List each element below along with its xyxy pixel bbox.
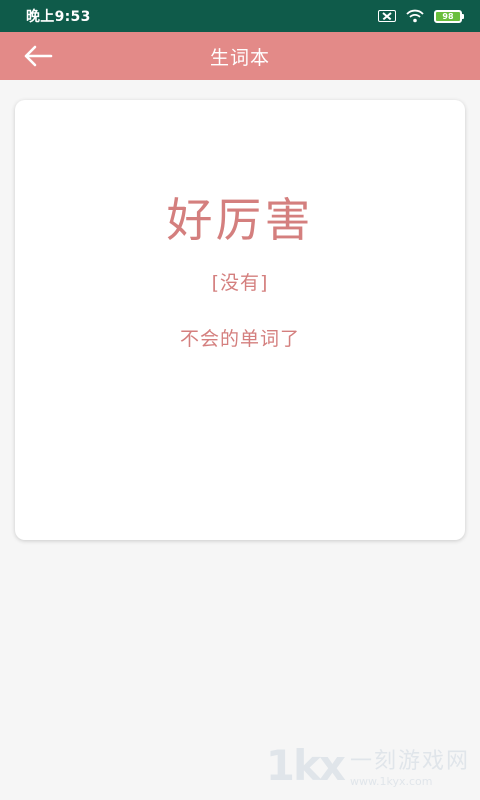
arrow-left-icon: [24, 45, 53, 67]
watermark-text: 一刻游戏网 www.1kyx.com: [350, 743, 470, 788]
status-icons: 98: [378, 9, 464, 23]
page-title: 生词本: [209, 46, 270, 69]
battery-icon: 98: [434, 9, 464, 23]
word-text: 好厉害: [166, 193, 314, 247]
status-bar: 晚上9:53 98: [0, 0, 480, 32]
word-meaning: 不会的单词了: [179, 328, 300, 350]
wifi-icon: [406, 9, 424, 23]
watermark: 1kx 一刻游戏网 www.1kyx.com: [266, 743, 470, 788]
app-bar: 生词本: [0, 32, 480, 80]
battery-level: 98: [436, 11, 460, 21]
watermark-name: 一刻游戏网: [349, 749, 470, 774]
word-phonetic: [没有]: [211, 272, 269, 294]
word-card[interactable]: 好厉害 [没有] 不会的单词了: [15, 100, 465, 540]
sim-blocked-icon: [378, 10, 396, 22]
status-time: 晚上9:53: [26, 9, 91, 25]
watermark-logo: 1kx: [265, 740, 346, 790]
screen: 晚上9:53 98 生词本 好厉害 [没有] 不会的单词了 1kx 一刻游戏网 …: [0, 0, 480, 800]
back-button[interactable]: [18, 40, 58, 72]
watermark-url: www.1kyx.com: [349, 775, 433, 788]
